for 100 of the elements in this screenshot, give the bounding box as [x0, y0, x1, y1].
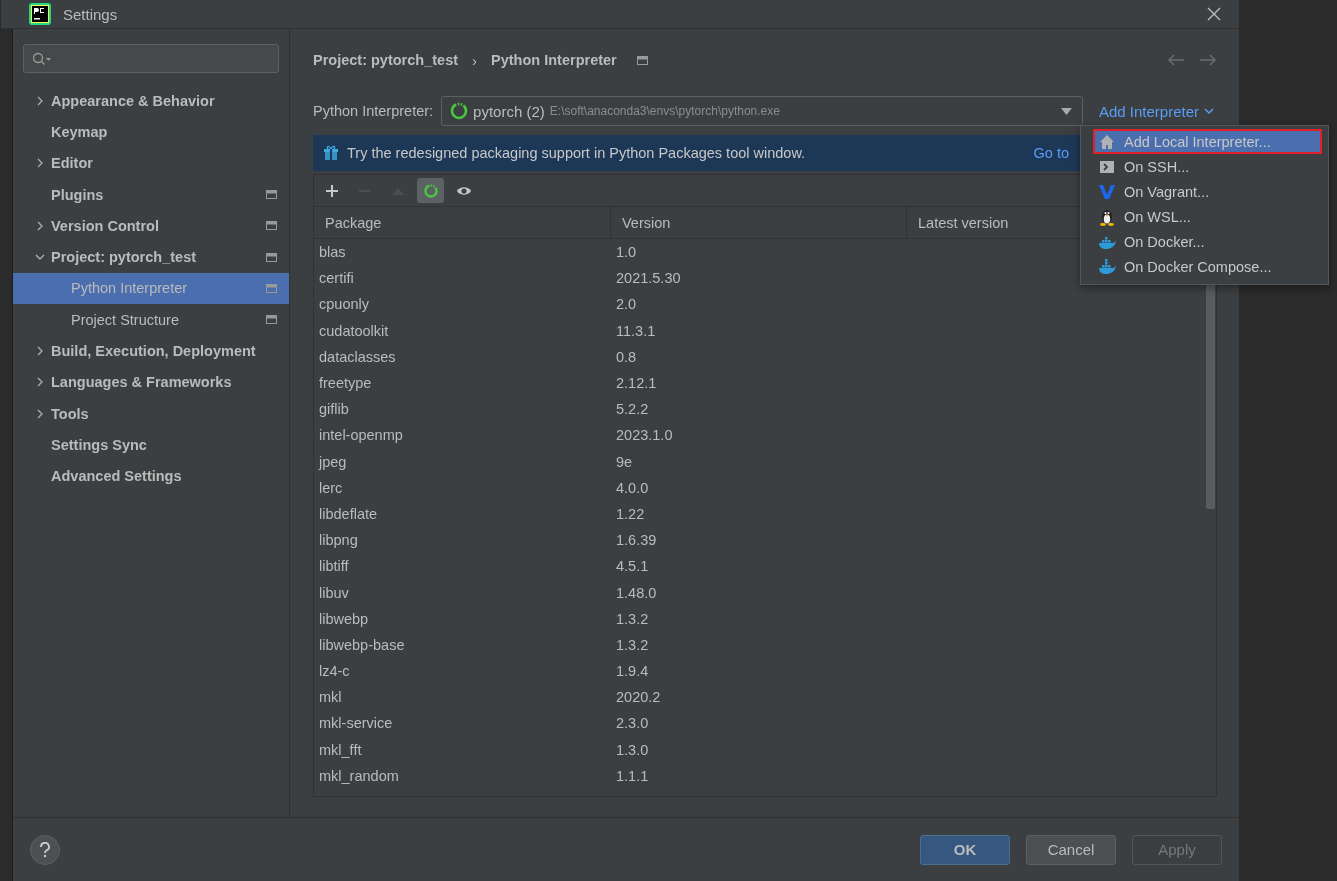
- table-cell: 1.3.2: [616, 636, 649, 653]
- dialog-button[interactable]: Cancel: [1026, 834, 1116, 865]
- table-cell: 1.3.2: [616, 610, 649, 627]
- table-cell: intel-openmp: [319, 427, 403, 444]
- menu-item[interactable]: On SSH...: [1082, 154, 1327, 179]
- chevron-right-icon[interactable]: [35, 95, 45, 106]
- banner-link[interactable]: Go to: [1033, 145, 1069, 161]
- table-cell: 1.9.4: [616, 663, 649, 680]
- sidebar-item[interactable]: Tools: [13, 397, 289, 430]
- sidebar-item[interactable]: Advanced Settings: [13, 460, 289, 492]
- table-cell: 1.48.0: [616, 584, 657, 601]
- table-cell: 2021.5.30: [616, 270, 681, 287]
- breadcrumb-separator: ›: [472, 51, 478, 69]
- table-cell: lz4-c: [319, 663, 350, 680]
- sidebar-item[interactable]: Build, Execution, Deployment: [13, 335, 289, 367]
- interpreter-label: Python Interpreter:: [313, 103, 434, 119]
- table-cell: mkl_fft: [319, 741, 362, 758]
- sidebar-item[interactable]: Keymap: [13, 116, 289, 148]
- table-cell: 1.22: [616, 505, 645, 522]
- table-cell: 1.0: [616, 244, 637, 261]
- table-cell: certifi: [319, 270, 354, 287]
- table-cell: 4.5.1: [616, 558, 649, 575]
- help-button[interactable]: [30, 834, 60, 865]
- project-scope-icon: [266, 221, 277, 231]
- table-cell: 11.3.1: [616, 322, 656, 339]
- dialog-button[interactable]: OK: [920, 834, 1010, 865]
- sidebar-item[interactable]: Project Structure: [13, 304, 289, 336]
- table-cell: 1.6.39: [616, 532, 657, 549]
- menu-item[interactable]: On Docker Compose...: [1082, 254, 1327, 279]
- menu-item[interactable]: On Vagrant...: [1082, 179, 1327, 204]
- add-interpreter-link[interactable]: Add Interpreter: [1090, 102, 1217, 120]
- chevron-right-icon[interactable]: [35, 158, 45, 169]
- table-cell: freetype: [319, 375, 372, 392]
- close-icon: [1207, 7, 1221, 21]
- table-cell: mkl: [319, 689, 342, 706]
- table-cell: lerc: [319, 479, 343, 496]
- table-cell: blas: [319, 244, 346, 261]
- sidebar-item[interactable]: Plugins: [13, 178, 289, 211]
- table-cell: libpng: [319, 532, 358, 549]
- column-header[interactable]: Version: [611, 207, 907, 238]
- table-cell: 2020.2: [616, 689, 661, 706]
- column-header[interactable]: Package: [314, 207, 611, 238]
- sidebar-item[interactable]: Languages & Frameworks: [13, 366, 289, 398]
- table-cell: 9e: [616, 453, 633, 470]
- gift-icon: [323, 145, 339, 161]
- project-scope-icon: [636, 55, 648, 65]
- project-scope-icon: [266, 315, 277, 325]
- terminal-icon: [1098, 158, 1116, 175]
- table-cell: 2.0: [616, 296, 637, 313]
- banner-text: Try the redesigned packaging support in Python Packages tool window.: [347, 145, 806, 161]
- toolbar-button[interactable]: [417, 178, 444, 203]
- project-scope-icon: [266, 252, 277, 262]
- ring-icon: [422, 182, 439, 199]
- table-cell: libtiff: [319, 558, 349, 575]
- sidebar-item[interactable]: Appearance & Behavior: [13, 85, 289, 117]
- sidebar-item[interactable]: Editor: [13, 147, 289, 179]
- table-cell: libuv: [319, 584, 349, 601]
- chevron-right-icon[interactable]: [35, 377, 45, 388]
- sidebar-item[interactable]: Settings Sync: [13, 429, 289, 461]
- chevron-right-icon[interactable]: [35, 220, 45, 231]
- ring-icon: [450, 102, 469, 120]
- chevron-down-icon: [1204, 107, 1214, 115]
- table-cell: mkl_random: [319, 767, 399, 784]
- sidebar-item[interactable]: Project: pytorch_test: [13, 241, 289, 273]
- table-cell: 1.1.1: [616, 767, 649, 784]
- table-cell: 1.3.0: [616, 741, 649, 758]
- sidebar-item[interactable]: Version Control: [13, 210, 289, 242]
- table-cell: libdeflate: [319, 505, 378, 522]
- whale-icon: [1098, 258, 1116, 275]
- search-icon: [32, 51, 52, 66]
- table-cell: giflib: [319, 401, 349, 418]
- table-cell: libwebp: [319, 610, 369, 627]
- table-cell: cpuonly: [319, 296, 369, 313]
- table-cell: 0.8: [616, 348, 637, 365]
- breadcrumb-item[interactable]: Python Interpreter: [491, 52, 617, 68]
- penguin-icon: [1098, 207, 1116, 226]
- table-cell: 2023.1.0: [616, 427, 673, 444]
- project-scope-icon: [266, 190, 277, 200]
- search-field[interactable]: [23, 44, 279, 73]
- caret-icon: [1060, 107, 1072, 115]
- plus-icon: [323, 182, 340, 199]
- chevron-right-icon[interactable]: [35, 408, 45, 419]
- question-mark-icon: [38, 841, 52, 858]
- window-title: Settings: [63, 5, 118, 23]
- project-scope-icon: [266, 283, 277, 293]
- table-cell: 5.2.2: [616, 401, 649, 418]
- app-logo-icon: [29, 3, 51, 25]
- table-cell: mkl-service: [319, 715, 393, 732]
- v-logo-icon: [1098, 183, 1116, 200]
- table-cell: jpeg: [319, 453, 347, 470]
- breadcrumb-item[interactable]: Project: pytorch_test: [313, 52, 459, 68]
- table-cell: libwebp-base: [319, 636, 405, 653]
- table-cell: 2.3.0: [616, 715, 649, 732]
- table-cell: 4.0.0: [616, 479, 649, 496]
- table-cell: cudatoolkit: [319, 322, 389, 339]
- chevron-right-icon[interactable]: [35, 346, 45, 356]
- menu-item[interactable]: Add Local Interpreter...: [1093, 129, 1322, 154]
- table-cell: dataclasses: [319, 348, 396, 365]
- interpreter-dropdown[interactable]: pytorch (2) E:\soft\anaconda3\envs\pytorch\python.exe: [441, 96, 1083, 126]
- table-cell: 2.12.1: [616, 375, 657, 392]
